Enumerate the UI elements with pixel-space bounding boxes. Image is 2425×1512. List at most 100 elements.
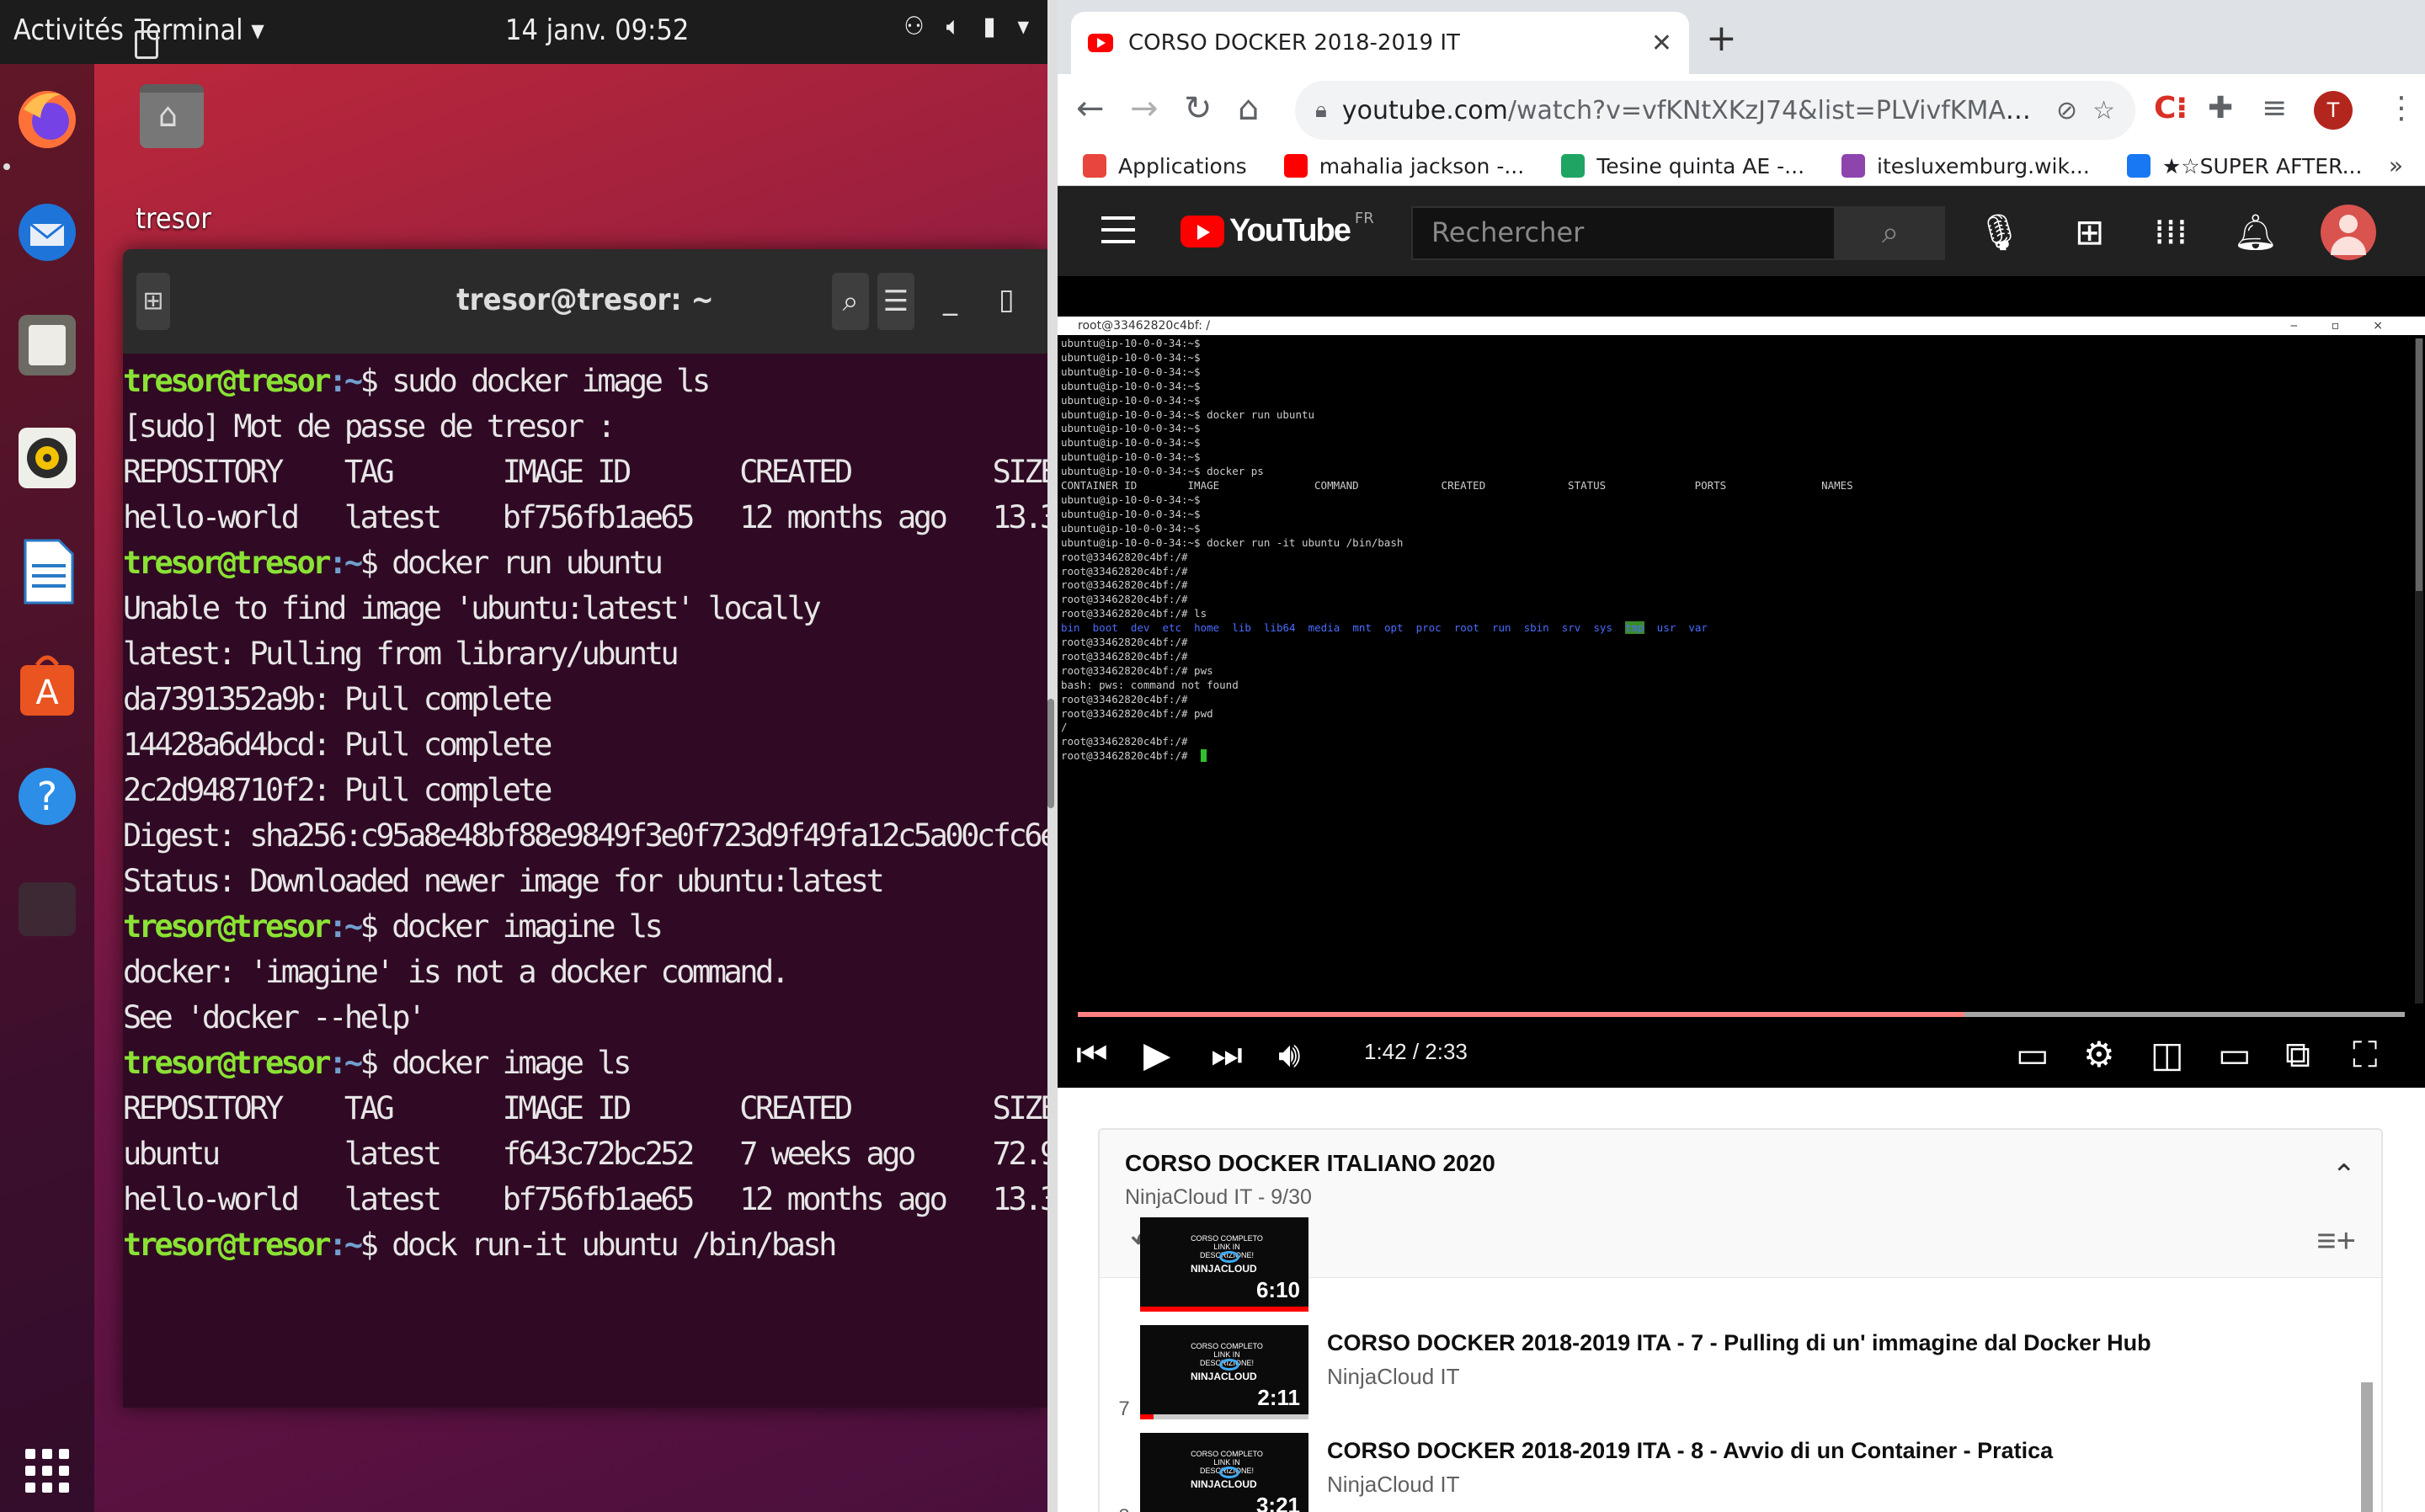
close-tab-icon[interactable]: ✕ [1651, 29, 1672, 58]
playlist-title[interactable]: CORSO DOCKER ITALIANO 2020 [1125, 1150, 1495, 1177]
subtitles-icon[interactable]: ▭ [2016, 1034, 2049, 1075]
microphone-icon[interactable]: 🎙︎ [1977, 211, 2022, 253]
playlist-item[interactable]: 8 CORSO COMPLETO LINK IN DESCRIZIONE!NINJ… [1100, 1428, 2346, 1512]
bookmark-item[interactable]: Applications [1083, 154, 1247, 178]
forward-arrow-icon[interactable]: → [1130, 89, 1159, 128]
eye-off-icon[interactable]: ⊘ [2056, 96, 2077, 125]
bookmark-item[interactable]: ★☆SUPER AFTER... [2126, 154, 2362, 178]
command-text: $ sudo docker image ls [360, 363, 712, 399]
lock-icon[interactable]: 🔒︎ [1315, 98, 1327, 124]
ubuntu-software-icon[interactable]: A [12, 648, 83, 719]
hamburger-menu-button[interactable]: ☰ [877, 273, 914, 330]
bookmark-label: itesluxemburg.wik... [1877, 153, 2090, 178]
collapse-chevron-icon[interactable]: ⌃ [2332, 1158, 2357, 1192]
ninjacloud-logo-icon [1219, 1251, 1239, 1263]
theater-mode-icon[interactable]: ▭ [2218, 1034, 2252, 1075]
bookmarks-overflow-icon[interactable]: » [2389, 152, 2403, 179]
fullscreen-icon[interactable]: ⛶ [2353, 1034, 2377, 1076]
terminal-output[interactable]: tresor@tresor:~$ sudo docker image ls [su… [123, 354, 1047, 1268]
playlist-item-title[interactable]: CORSO DOCKER 2018-2019 ITA - 7 - Pulling… [1327, 1330, 2151, 1356]
video-player[interactable]: root@33462820c4bf: / ‒▫× ubuntu@ip-10-0-… [1058, 276, 2425, 1088]
settings-gear-icon[interactable]: ⚙ [2083, 1034, 2115, 1075]
activities-button[interactable]: Activités [13, 13, 124, 47]
account-avatar[interactable] [2321, 205, 2376, 260]
app-menu-terminal[interactable]: Terminal ▾ [135, 13, 264, 59]
playlist-scrollbar[interactable] [2361, 1382, 2373, 1512]
terminal-headerbar[interactable]: ⊞ tresor@tresor: ~ ⌕ ☰ _ ▯ [123, 249, 1047, 354]
guide-menu-icon[interactable] [1101, 216, 1135, 243]
video-thumbnail[interactable]: CORSO COMPLETO LINK IN DESCRIZIONE! NINJA… [1140, 1325, 1308, 1419]
show-applications-icon[interactable] [25, 1449, 69, 1493]
video-terminal-line: ubuntu@ip-10-0-0-34:~$ [1061, 436, 1201, 450]
reload-icon[interactable]: ↻ [1184, 89, 1212, 128]
video-progress-bar[interactable] [1078, 1012, 2405, 1017]
thunderbird-icon[interactable] [12, 197, 83, 268]
bookmark-star-icon[interactable]: ☆ [2092, 96, 2115, 125]
create-video-icon[interactable]: ⊞ [2075, 211, 2104, 253]
next-icon[interactable]: ⏭︎ [1211, 1034, 1243, 1076]
playlist-item-title[interactable]: CORSO DOCKER 2018-2019 ITA - 8 - Avvio d… [1327, 1438, 2053, 1464]
help-icon[interactable]: ? [12, 761, 83, 832]
playlist-item[interactable]: 7 CORSO COMPLETO LINK IN DESCRIZIONE! NINJ… [1100, 1320, 2346, 1428]
video-thumbnail[interactable]: CORSO COMPLETO LINK IN DESCRIZIONE! NINJA… [1140, 1433, 1308, 1512]
extension-c-icon[interactable]: C⁝ [2154, 91, 2188, 125]
ls-entry: proc [1415, 621, 1442, 635]
bookmark-item[interactable]: itesluxemburg.wik... [1841, 154, 2090, 178]
url-text[interactable]: youtube.com/watch?v=vfKNtXKzJ74&list=PLV… [1342, 96, 2041, 125]
playlist-subtitle[interactable]: NinjaCloud IT - 9/30 [1125, 1185, 1312, 1210]
play-icon[interactable]: ▶ [1143, 1034, 1170, 1075]
video-thumbnail[interactable]: CORSO COMPLETO LINK IN DESCRIZIONE! NINJA… [1140, 1217, 1308, 1312]
bookmark-item[interactable]: Tesine quinta AE -... [1561, 154, 1804, 178]
video-frame[interactable]: root@33462820c4bf: / ‒▫× ubuntu@ip-10-0-… [1058, 317, 2425, 1007]
bookmark-favicon-icon [1561, 154, 1586, 178]
apps-grid-icon[interactable]: ⁞⁞⁞ [2154, 211, 2188, 253]
clock[interactable]: 14 janv. 09:52 [505, 13, 689, 47]
firefox-icon[interactable] [12, 84, 83, 155]
search-button[interactable]: ⌕ [832, 273, 869, 330]
minimize-button[interactable]: _ [943, 283, 957, 317]
files-icon[interactable] [12, 310, 83, 381]
svg-text:A: A [35, 673, 59, 712]
volume-icon[interactable]: 🔊︎ [1278, 1034, 1300, 1076]
terminal-line: tresor@tresor:~$ dock run-it ubuntu /bin… [123, 1222, 1047, 1268]
terminal-line: hello-world latest bf756fb1ae65 12 month… [123, 1181, 1047, 1217]
search-input[interactable]: Rechercher [1411, 206, 1836, 260]
system-menu[interactable]: ⚇ 🔈︎ ▮ ▾ [903, 12, 1029, 41]
playlist-panel: CORSO DOCKER ITALIANO 2020 NinjaCloud IT… [1098, 1128, 2383, 1512]
back-arrow-icon[interactable]: ← [1076, 89, 1105, 128]
home-folder-desktop-icon[interactable]: tresor [136, 84, 211, 236]
resize-handle[interactable] [1047, 699, 1054, 808]
search-button[interactable]: ⌕ [1836, 206, 1945, 260]
ls-entry: root [1453, 621, 1479, 635]
extensions-puzzle-icon[interactable]: ✚ [2208, 91, 2233, 125]
kebab-menu-icon[interactable]: ⋮ [2386, 91, 2417, 125]
profile-avatar[interactable]: T [2314, 91, 2353, 130]
bookmark-item[interactable]: mahalia jackson -... [1283, 154, 1524, 178]
browser-tab-active[interactable]: CORSO DOCKER 2018-2019 IT ✕ [1071, 12, 1689, 74]
libreoffice-writer-icon[interactable] [12, 535, 83, 606]
youtube-logo[interactable]: YouTube FR [1181, 210, 1374, 249]
terminal-window[interactable]: ⊞ tresor@tresor: ~ ⌕ ☰ _ ▯ tresor@tresor… [123, 249, 1047, 1408]
prompt-user-host: tresor@tresor [123, 1045, 332, 1081]
rhythmbox-icon[interactable] [12, 423, 83, 493]
home-icon[interactable]: ⌂ [1238, 89, 1259, 128]
video-terminal-line: ubuntu@ip-10-0-0-34:~$ [1061, 350, 1201, 364]
playlist-item[interactable]: CORSO COMPLETO LINK IN DESCRIZIONE! NINJA… [1100, 1212, 2346, 1320]
notifications-bell-icon[interactable]: 🔔︎ [2233, 211, 2278, 253]
miniplayer-icon[interactable]: ◫ [2151, 1034, 2184, 1075]
bookmark-favicon-icon [1841, 154, 1866, 178]
youtube-play-icon [1181, 215, 1224, 248]
window-split-divider[interactable] [1047, 0, 1058, 1512]
media-queue-icon[interactable]: ≡ [2262, 91, 2287, 125]
ls-entry: home [1194, 621, 1220, 635]
trash-icon[interactable] [12, 874, 83, 945]
playlist-item-channel[interactable]: NinjaCloud IT [1327, 1472, 1460, 1498]
address-bar[interactable]: 🔒︎ youtube.com/watch?v=vfKNtXKzJ74&list=… [1295, 81, 2135, 140]
previous-icon[interactable]: ⏮︎ [1076, 1034, 1108, 1076]
terminal-line: tresor@tresor:~$ sudo docker image ls [123, 359, 1047, 404]
maximize-button[interactable]: ▯ [999, 283, 1015, 317]
network-icon: ⚇ [903, 12, 925, 41]
new-tab-button[interactable]: + [1706, 17, 1737, 60]
playlist-item-channel[interactable]: NinjaCloud IT [1327, 1364, 1460, 1390]
cast-icon[interactable]: ⧉ [2285, 1034, 2310, 1076]
